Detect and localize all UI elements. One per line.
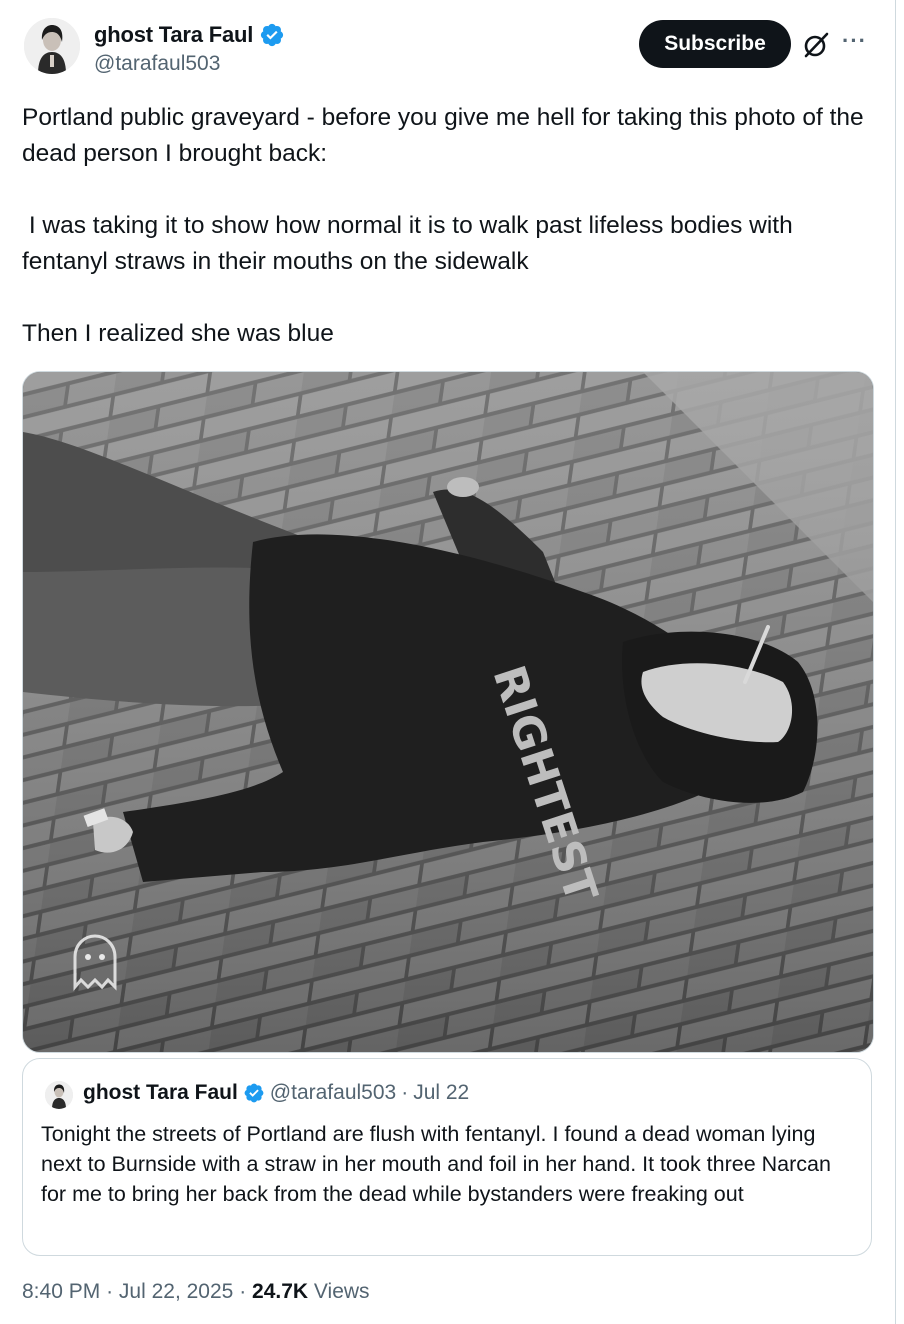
- author-display-name[interactable]: ghost Tara Faul: [94, 22, 253, 48]
- views-count: 24.7K: [252, 1280, 309, 1303]
- tweet-paragraph: Portland public graveyard - before you g…: [22, 104, 871, 167]
- footer-separator: ·: [239, 1280, 247, 1303]
- verified-badge-icon: [243, 1082, 265, 1104]
- quoted-author-avatar[interactable]: [45, 1081, 73, 1109]
- tweet-photo[interactable]: RIGHTEST: [22, 371, 874, 1053]
- grok-icon[interactable]: [802, 31, 830, 59]
- tweet-paragraph: Then I realized she was blue: [22, 320, 334, 347]
- author-handle[interactable]: @tarafaul503: [94, 52, 220, 76]
- quoted-separator: ·: [401, 1081, 409, 1104]
- tweet-time[interactable]: 8:40 PM: [22, 1280, 100, 1303]
- timeline-divider: [895, 0, 904, 1324]
- quoted-tweet[interactable]: ghost Tara Faul @tarafaul503 · Jul 22 To…: [22, 1058, 872, 1256]
- quoted-date[interactable]: Jul 22: [413, 1081, 469, 1105]
- quoted-author-handle[interactable]: @tarafaul503: [270, 1081, 396, 1105]
- tweet-text: Portland public graveyard - before you g…: [22, 100, 872, 352]
- more-options-icon[interactable]: ···: [842, 28, 867, 54]
- quoted-author-name[interactable]: ghost Tara Faul: [83, 1081, 238, 1105]
- tweet-date[interactable]: Jul 22, 2025: [119, 1280, 233, 1303]
- footer-separator: ·: [106, 1280, 114, 1303]
- verified-badge-icon[interactable]: [259, 22, 285, 48]
- views-label: Views: [313, 1280, 370, 1303]
- subscribe-button[interactable]: Subscribe: [639, 20, 791, 68]
- tweet-footer: 8:40 PM · Jul 22, 2025 · 24.7K Views: [22, 1280, 370, 1304]
- author-avatar[interactable]: [24, 18, 80, 74]
- tweet-paragraph: I was taking it to show how normal it is…: [22, 212, 800, 275]
- quoted-tweet-text: Tonight the streets of Portland are flus…: [41, 1122, 831, 1206]
